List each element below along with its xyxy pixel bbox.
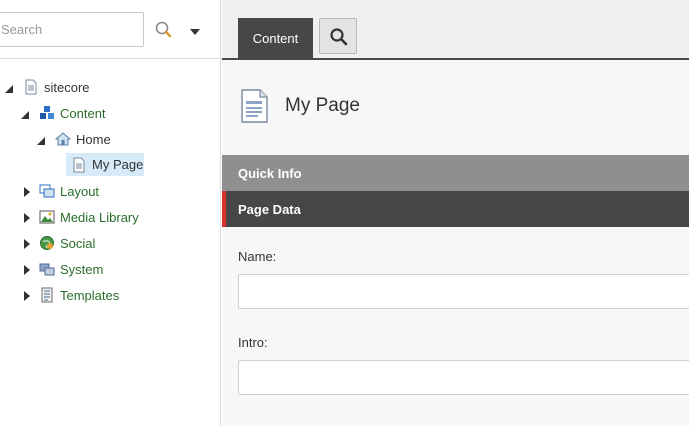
- document-icon: [23, 79, 39, 95]
- page-title: My Page: [285, 95, 360, 116]
- cubes-icon: [39, 105, 55, 121]
- item-header: My Page: [222, 60, 689, 155]
- tree-item-social[interactable]: Social: [0, 232, 200, 254]
- layout-icon: [39, 183, 55, 199]
- editor-tab-bar: Content: [222, 0, 689, 60]
- tree-item-templates[interactable]: Templates: [0, 284, 200, 306]
- quick-info-section-header[interactable]: Quick Info: [222, 155, 689, 191]
- content-editor: sitecore Content Home: [0, 0, 689, 426]
- document-icon: [71, 157, 87, 173]
- search-icon[interactable]: [153, 19, 175, 41]
- tab-content[interactable]: Content: [238, 18, 313, 58]
- divider: [0, 58, 221, 59]
- tree-item-label: Templates: [60, 288, 120, 303]
- name-field-label: Name:: [238, 249, 277, 264]
- search-options-dropdown-icon[interactable]: [189, 25, 201, 35]
- page-icon: [240, 89, 268, 126]
- tree-item-label: My Page: [92, 157, 144, 172]
- tree-item-content[interactable]: Content: [0, 102, 200, 124]
- collapsed-arrow-icon[interactable]: [22, 211, 32, 223]
- tree-item-label: Social: [60, 236, 96, 251]
- tree-item-system[interactable]: System: [0, 258, 200, 280]
- name-field[interactable]: [238, 274, 689, 309]
- tree-item-my-page[interactable]: My Page: [66, 153, 144, 176]
- home-icon: [54, 131, 72, 147]
- page-data-section-header[interactable]: Page Data: [222, 191, 689, 227]
- tree-item-label: System: [60, 262, 104, 277]
- tree-item-label: Media Library: [60, 210, 139, 225]
- tree-item-home[interactable]: Home: [0, 128, 200, 150]
- search-box: [0, 12, 144, 47]
- tree-item-label: sitecore: [44, 80, 90, 95]
- editor-panel: Content My Page Quick Info Page Data Nam…: [222, 0, 689, 426]
- collapsed-arrow-icon[interactable]: [22, 289, 32, 301]
- tree-item-label: Content: [60, 106, 106, 121]
- search-tab-button[interactable]: [319, 18, 357, 54]
- tree-item-media-library[interactable]: Media Library: [0, 206, 200, 228]
- search-icon: [330, 28, 348, 46]
- system-icon: [39, 261, 55, 277]
- tree-item-label: Home: [76, 132, 111, 147]
- globe-icon: [39, 235, 55, 251]
- expanded-arrow-icon[interactable]: [5, 82, 15, 93]
- intro-field-label: Intro:: [238, 335, 268, 350]
- intro-field[interactable]: [238, 360, 689, 395]
- expanded-arrow-icon[interactable]: [21, 108, 31, 119]
- tree-item-layout[interactable]: Layout: [0, 180, 200, 202]
- collapsed-arrow-icon[interactable]: [22, 237, 32, 249]
- image-icon: [39, 209, 55, 225]
- tree-item-label: Layout: [60, 184, 100, 199]
- templates-icon: [39, 287, 55, 303]
- content-tree-panel: sitecore Content Home: [0, 0, 221, 426]
- collapsed-arrow-icon[interactable]: [22, 263, 32, 275]
- search-input[interactable]: [0, 13, 143, 46]
- collapsed-arrow-icon[interactable]: [22, 185, 32, 197]
- expanded-arrow-icon[interactable]: [37, 134, 47, 145]
- tree-item-sitecore[interactable]: sitecore: [0, 76, 200, 98]
